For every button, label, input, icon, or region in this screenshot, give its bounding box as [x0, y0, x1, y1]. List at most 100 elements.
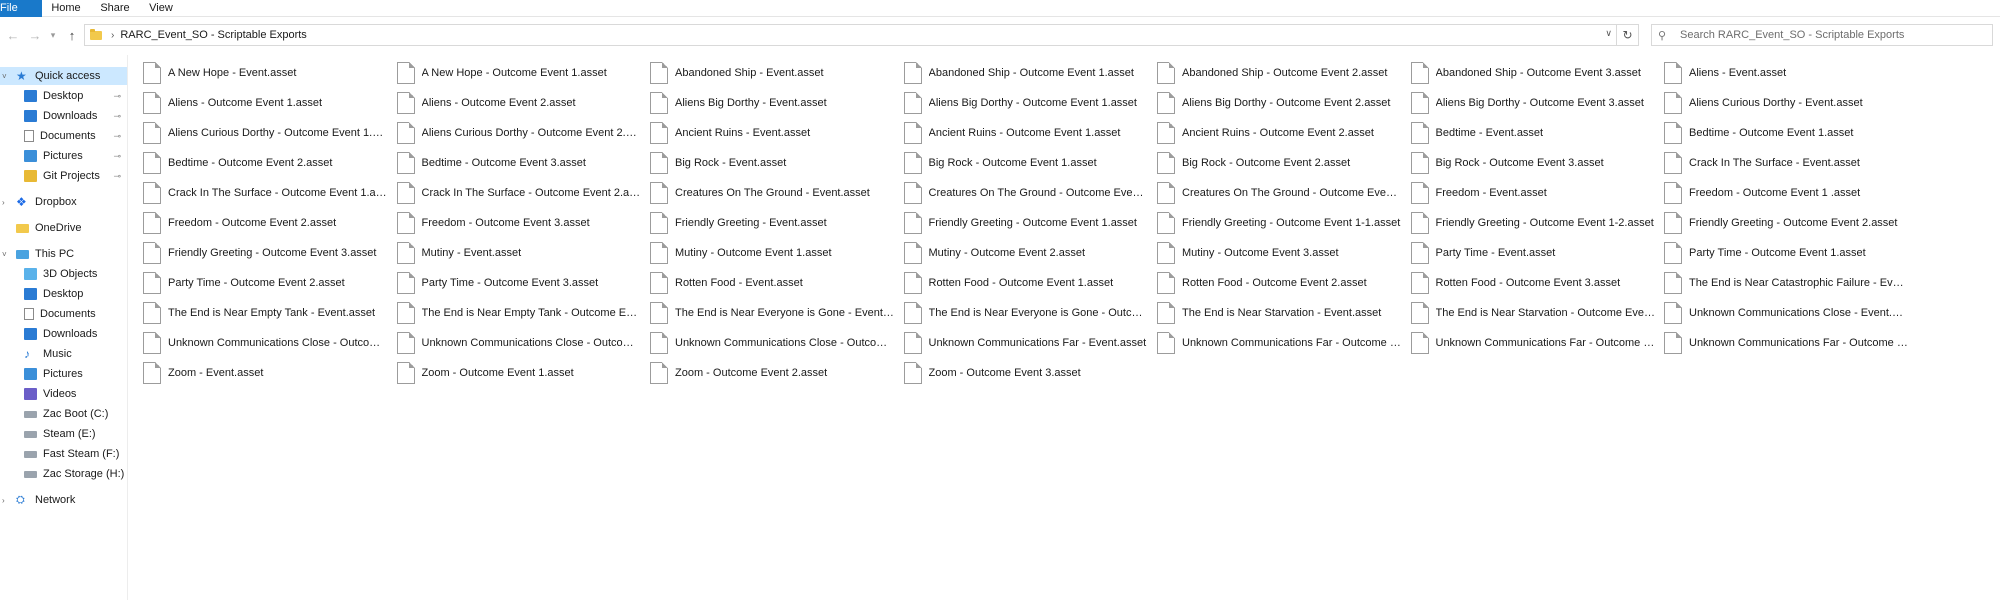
file-item[interactable]: Bedtime - Outcome Event 1.asset	[1664, 119, 1914, 147]
breadcrumb-chevron-icon[interactable]: ›	[111, 30, 114, 41]
file-item[interactable]: Aliens - Outcome Event 1.asset	[143, 89, 393, 117]
search-input[interactable]	[1680, 29, 1980, 41]
file-item[interactable]: Freedom - Event.asset	[1410, 179, 1661, 207]
file-item[interactable]: Friendly Greeting - Outcome Event 1-1.as…	[1157, 209, 1407, 237]
file-item[interactable]: Aliens - Outcome Event 2.asset	[396, 89, 647, 117]
recent-locations-chevron-icon[interactable]: ▾	[46, 24, 60, 46]
file-item[interactable]: Aliens Big Dorthy - Event.asset	[650, 89, 900, 117]
file-item[interactable]: Unknown Communications Close - Outcome .…	[650, 329, 900, 357]
tab-view[interactable]: View	[146, 0, 176, 17]
file-item[interactable]: Big Rock - Outcome Event 2.asset	[1157, 149, 1407, 177]
file-item[interactable]: Zoom - Outcome Event 3.asset	[903, 359, 1154, 387]
file-item[interactable]: Unknown Communications Close - Outcome .…	[143, 329, 393, 357]
file-item[interactable]: Crack In The Surface - Outcome Event 2.a…	[396, 179, 647, 207]
file-item[interactable]: Rotten Food - Outcome Event 2.asset	[1157, 269, 1407, 297]
file-item[interactable]: Crack In The Surface - Outcome Event 1.a…	[143, 179, 393, 207]
pin-icon[interactable]: ⊸	[113, 151, 121, 162]
file-item[interactable]: The End is Near Everyone is Gone - Event…	[650, 299, 900, 327]
up-arrow-icon[interactable]: ↑	[62, 24, 82, 46]
sidebar-item-quick-access[interactable]: ˅ ★ Quick access	[0, 67, 127, 85]
file-item[interactable]: Mutiny - Outcome Event 3.asset	[1157, 239, 1407, 267]
file-item[interactable]: Unknown Communications Close - Event.ass…	[1664, 299, 1914, 327]
file-item[interactable]: Zoom - Outcome Event 1.asset	[396, 359, 647, 387]
sidebar-item-downloads[interactable]: Downloads ⊸	[0, 107, 127, 125]
sidebar-item-drive-h[interactable]: Zac Storage (H:)	[0, 465, 127, 483]
file-item[interactable]: A New Hope - Event.asset	[143, 59, 393, 87]
file-item[interactable]: Party Time - Outcome Event 1.asset	[1664, 239, 1914, 267]
file-item[interactable]: Freedom - Outcome Event 2.asset	[143, 209, 393, 237]
sidebar-item-music[interactable]: ♪ Music	[0, 345, 127, 363]
file-item[interactable]: Big Rock - Event.asset	[650, 149, 900, 177]
file-item[interactable]: Aliens - Event.asset	[1664, 59, 1914, 87]
file-item[interactable]: Bedtime - Outcome Event 2.asset	[143, 149, 393, 177]
file-item[interactable]: Unknown Communications Far - Outcome Eve…	[1157, 329, 1407, 357]
file-item[interactable]: The End is Near Starvation - Event.asset	[1157, 299, 1407, 327]
file-item[interactable]: Creatures On The Ground - Outcome Event …	[903, 179, 1154, 207]
file-item[interactable]: Bedtime - Event.asset	[1410, 119, 1661, 147]
file-item[interactable]: Mutiny - Outcome Event 2.asset	[903, 239, 1154, 267]
forward-arrow-icon[interactable]: →	[25, 24, 45, 46]
sidebar-item-pc-desktop[interactable]: Desktop	[0, 285, 127, 303]
file-item[interactable]: Abandoned Ship - Outcome Event 1.asset	[903, 59, 1154, 87]
file-item[interactable]: Friendly Greeting - Outcome Event 2.asse…	[1664, 209, 1914, 237]
file-item[interactable]: A New Hope - Outcome Event 1.asset	[396, 59, 647, 87]
file-item[interactable]: Mutiny - Outcome Event 1.asset	[650, 239, 900, 267]
back-arrow-icon[interactable]: ←	[3, 24, 23, 46]
expand-chevron-icon[interactable]: ›	[2, 496, 5, 505]
pin-icon[interactable]: ⊸	[113, 91, 121, 102]
file-item[interactable]: Ancient Ruins - Outcome Event 2.asset	[1157, 119, 1407, 147]
file-item[interactable]: Big Rock - Outcome Event 1.asset	[903, 149, 1154, 177]
file-item[interactable]: Rotten Food - Event.asset	[650, 269, 900, 297]
file-item[interactable]: Creatures On The Ground - Outcome Event …	[1157, 179, 1407, 207]
search-box[interactable]: ⚲	[1651, 24, 1993, 46]
file-item[interactable]: Big Rock - Outcome Event 3.asset	[1410, 149, 1661, 177]
sidebar-item-network[interactable]: › ⛭ Network	[0, 491, 127, 509]
file-item[interactable]: Creatures On The Ground - Event.asset	[650, 179, 900, 207]
sidebar-item-pc-pictures[interactable]: Pictures	[0, 365, 127, 383]
file-item[interactable]: Aliens Big Dorthy - Outcome Event 1.asse…	[903, 89, 1154, 117]
file-item[interactable]: Rotten Food - Outcome Event 1.asset	[903, 269, 1154, 297]
pin-icon[interactable]: ⊸	[113, 111, 121, 122]
file-item[interactable]: The End is Near Starvation - Outcome Eve…	[1410, 299, 1661, 327]
sidebar-item-this-pc[interactable]: ˅ This PC	[0, 245, 127, 263]
file-item[interactable]: Abandoned Ship - Outcome Event 2.asset	[1157, 59, 1407, 87]
breadcrumb[interactable]: RARC_Event_SO - Scriptable Exports	[120, 29, 306, 41]
file-item[interactable]: Party Time - Outcome Event 2.asset	[143, 269, 393, 297]
pin-icon[interactable]: ⊸	[113, 171, 121, 182]
sidebar-item-drive-f[interactable]: Fast Steam (F:)	[0, 445, 127, 463]
file-item[interactable]: Aliens Curious Dorthy - Event.asset	[1664, 89, 1914, 117]
refresh-icon[interactable]: ↻	[1616, 25, 1638, 45]
expand-chevron-icon[interactable]: ˅	[2, 250, 7, 259]
file-item[interactable]: The End is Near Empty Tank - Outcome Eve…	[396, 299, 647, 327]
file-item[interactable]: Unknown Communications Far - Outcome Eve…	[1664, 329, 1914, 357]
sidebar-item-drive-c[interactable]: Zac Boot (C:)	[0, 405, 127, 423]
file-item[interactable]: Mutiny - Event.asset	[396, 239, 647, 267]
file-item[interactable]: Aliens Big Dorthy - Outcome Event 2.asse…	[1157, 89, 1407, 117]
tab-share[interactable]: Share	[98, 0, 132, 17]
file-item[interactable]: Party Time - Outcome Event 3.asset	[396, 269, 647, 297]
chevron-down-icon[interactable]: ∨	[1605, 28, 1612, 39]
sidebar-item-pc-downloads[interactable]: Downloads	[0, 325, 127, 343]
file-item[interactable]: Aliens Big Dorthy - Outcome Event 3.asse…	[1410, 89, 1661, 117]
file-item[interactable]: Friendly Greeting - Outcome Event 3.asse…	[143, 239, 393, 267]
sidebar-item-videos[interactable]: Videos	[0, 385, 127, 403]
expand-chevron-icon[interactable]: ›	[2, 198, 5, 207]
address-bar[interactable]: › RARC_Event_SO - Scriptable Exports ∨ ↻	[84, 24, 1639, 46]
file-item[interactable]: Abandoned Ship - Outcome Event 3.asset	[1410, 59, 1661, 87]
file-item[interactable]: Rotten Food - Outcome Event 3.asset	[1410, 269, 1661, 297]
file-item[interactable]: Zoom - Event.asset	[143, 359, 393, 387]
file-item[interactable]: Ancient Ruins - Outcome Event 1.asset	[903, 119, 1154, 147]
sidebar-item-drive-e[interactable]: Steam (E:)	[0, 425, 127, 443]
file-item[interactable]: Friendly Greeting - Outcome Event 1-2.as…	[1410, 209, 1661, 237]
file-item[interactable]: Unknown Communications Close - Outcome .…	[396, 329, 647, 357]
file-item[interactable]: Friendly Greeting - Event.asset	[650, 209, 900, 237]
file-item[interactable]: Zoom - Outcome Event 2.asset	[650, 359, 900, 387]
sidebar-item-dropbox[interactable]: › ❖ Dropbox	[0, 193, 127, 211]
sidebar-item-pc-documents[interactable]: Documents	[0, 305, 127, 323]
pin-icon[interactable]: ⊸	[113, 131, 121, 142]
sidebar-item-pictures[interactable]: Pictures ⊸	[0, 147, 127, 165]
file-item[interactable]: Ancient Ruins - Event.asset	[650, 119, 900, 147]
file-item[interactable]: Abandoned Ship - Event.asset	[650, 59, 900, 87]
file-item[interactable]: Freedom - Outcome Event 1 .asset	[1664, 179, 1914, 207]
file-item[interactable]: Freedom - Outcome Event 3.asset	[396, 209, 647, 237]
